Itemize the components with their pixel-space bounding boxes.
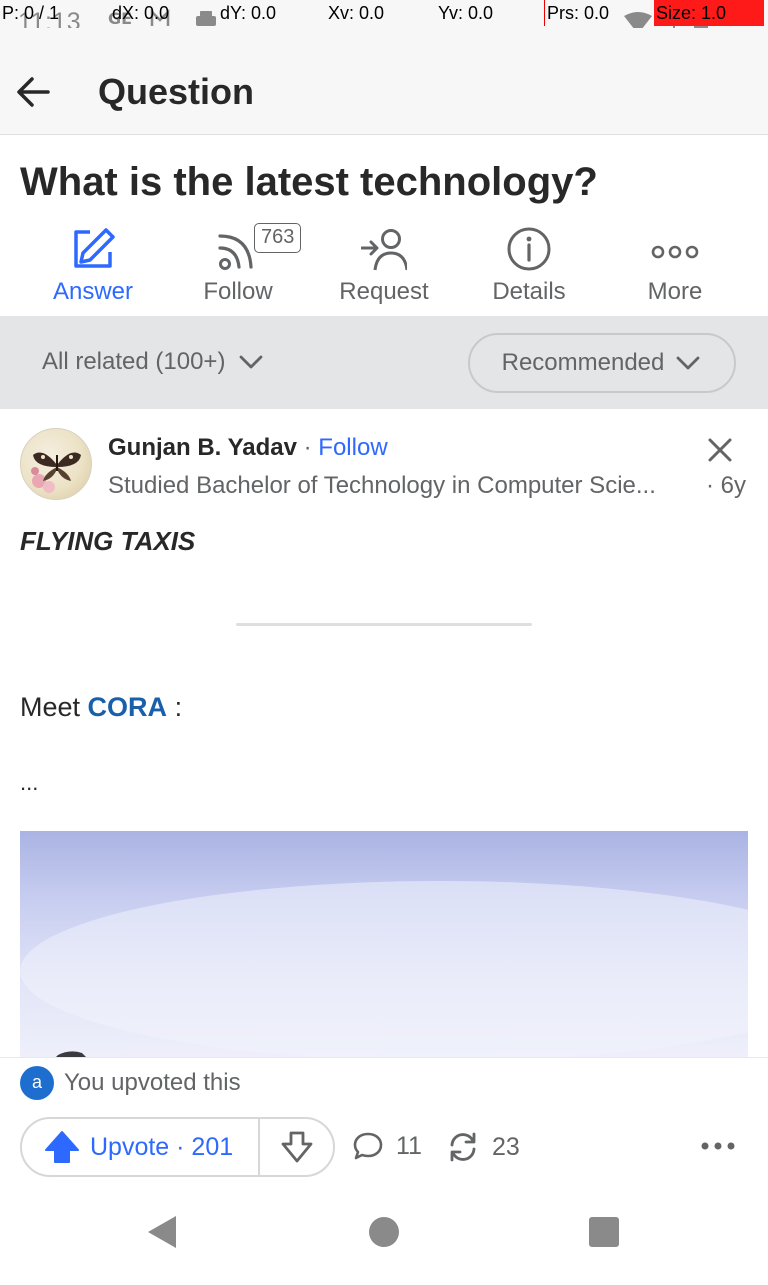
app-header: Question: [0, 28, 768, 135]
nav-recents-icon: [589, 1217, 619, 1247]
upvoted-status: You upvoted this: [64, 1069, 241, 1096]
chevron-down-icon: [240, 355, 263, 369]
debug-xv: Xv: 0.0: [328, 3, 385, 23]
upvoter-avatar: a: [20, 1066, 54, 1100]
answers-filter-bar: All related (100+) Recommended: [0, 316, 768, 409]
vote-group: Upvote · 201: [20, 1117, 335, 1177]
separator-dot: ·: [303, 434, 312, 461]
details-button[interactable]: Details: [456, 222, 602, 316]
more-label: More: [647, 278, 703, 305]
downvote-arrow-icon: [281, 1131, 312, 1163]
meet-prefix: Meet: [20, 692, 81, 722]
follow-author-link[interactable]: Follow: [318, 434, 387, 461]
debug-dx: dX: 0.0: [112, 3, 170, 23]
back-button[interactable]: [14, 72, 54, 112]
answer-heading: FLYING TAXIS: [20, 526, 196, 556]
comment-count: 11: [396, 1131, 422, 1160]
debug-dy: dY: 0.0: [220, 3, 277, 23]
question-actions: Answer Follow Request Details More: [0, 222, 768, 316]
butterfly-avatar-image: [31, 452, 81, 493]
author-avatar[interactable]: [20, 428, 92, 500]
sky-photo: [20, 881, 748, 1057]
answer-image[interactable]: [20, 831, 748, 1057]
info-icon: [507, 227, 551, 271]
related-filter-label: All related (100+): [42, 348, 226, 375]
request-label: Request: [339, 278, 429, 305]
related-filter[interactable]: All related (100+): [42, 348, 265, 376]
answer-label: Answer: [52, 278, 134, 305]
debug-prs-marker: [544, 0, 545, 26]
share-button[interactable]: 23: [446, 1130, 520, 1164]
dismiss-button[interactable]: [704, 434, 736, 466]
answer-age: · 6y: [706, 472, 747, 499]
answer-text-line: Meet CORA :: [20, 692, 182, 723]
comments-button[interactable]: 11: [352, 1130, 422, 1162]
truncation-ellipsis: ...: [20, 770, 39, 795]
overflow-menu-button[interactable]: [700, 1134, 736, 1158]
page-title: Question: [98, 71, 255, 112]
content-divider: [236, 623, 532, 626]
author-credential[interactable]: Studied Bachelor of Technology in Comput…: [108, 472, 656, 500]
author-line: Gunjan B. Yadav · Follow: [108, 434, 388, 462]
more-button[interactable]: More: [602, 222, 748, 316]
upvote-label: Upvote · 201: [90, 1132, 234, 1161]
chevron-down-icon: [676, 356, 700, 370]
author-name[interactable]: Gunjan B. Yadav: [108, 434, 297, 461]
edit-icon: [74, 228, 115, 268]
back-arrow-icon: [17, 77, 50, 107]
sort-label: Recommended: [501, 349, 665, 376]
more-icon: [651, 245, 699, 259]
cora-link[interactable]: CORA: [88, 692, 168, 722]
share-count: 23: [492, 1132, 520, 1161]
share-icon: [450, 1132, 476, 1162]
upvote-arrow-icon: [45, 1131, 79, 1163]
close-icon: [708, 438, 732, 462]
nav-home-icon: [369, 1217, 399, 1247]
follower-count-badge: 763: [254, 223, 302, 253]
meet-suffix: :: [174, 692, 183, 722]
request-user-icon: [361, 229, 407, 271]
question-title: What is the latest technology?: [20, 160, 598, 204]
comment-icon: [353, 1132, 383, 1160]
downvote-button[interactable]: [260, 1119, 333, 1175]
upvote-button[interactable]: Upvote · 201: [22, 1119, 258, 1175]
nav-back-icon: [148, 1216, 176, 1248]
sort-dropdown[interactable]: Recommended: [468, 333, 736, 393]
debug-size: Size: 1.0: [656, 3, 727, 23]
answer-button[interactable]: Answer: [20, 222, 166, 316]
debug-prs: Prs: 0.0: [547, 3, 610, 23]
details-label: Details: [492, 278, 566, 305]
more-horizontal-icon: [701, 1142, 735, 1150]
debug-yv: Yv: 0.0: [438, 3, 494, 23]
follow-label: Follow: [203, 278, 273, 305]
debug-pointer: P: 0 / 1: [2, 3, 60, 23]
request-button[interactable]: Request: [311, 222, 457, 316]
system-nav-bar: [0, 1184, 768, 1280]
